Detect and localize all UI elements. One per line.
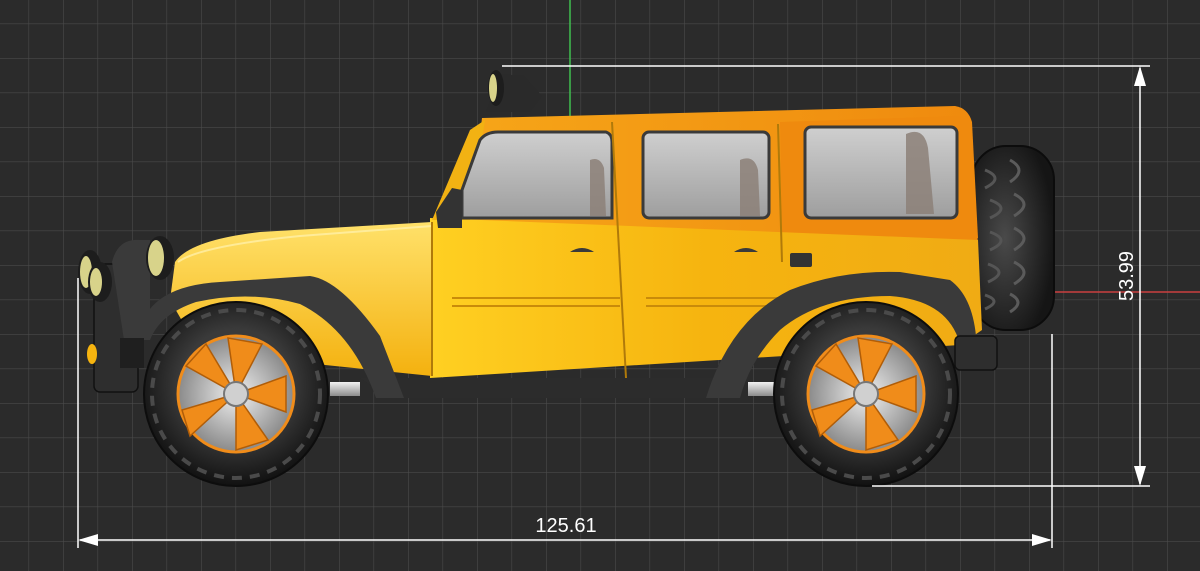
rocker-panel — [360, 378, 740, 398]
rear-wheel — [773, 301, 959, 487]
seat-front — [590, 159, 606, 216]
rear-quarter-window — [803, 125, 959, 220]
step-right — [748, 382, 774, 396]
viewport-canvas[interactable]: 125.61 53.99 — [0, 0, 1200, 571]
height-label: 53.99 — [1116, 251, 1138, 301]
front-wheel — [143, 301, 329, 487]
3d-viewport[interactable]: 125.61 53.99 — [0, 0, 1200, 571]
headlight-lens — [148, 240, 164, 276]
turn-signal — [87, 344, 97, 364]
spare-tire — [971, 145, 1055, 331]
fuel-cap — [790, 253, 812, 267]
seat-middle — [740, 158, 760, 216]
front-window — [460, 130, 614, 220]
rear-bumper — [954, 335, 998, 371]
step-left — [330, 382, 360, 396]
length-label: 125.61 — [535, 515, 596, 537]
